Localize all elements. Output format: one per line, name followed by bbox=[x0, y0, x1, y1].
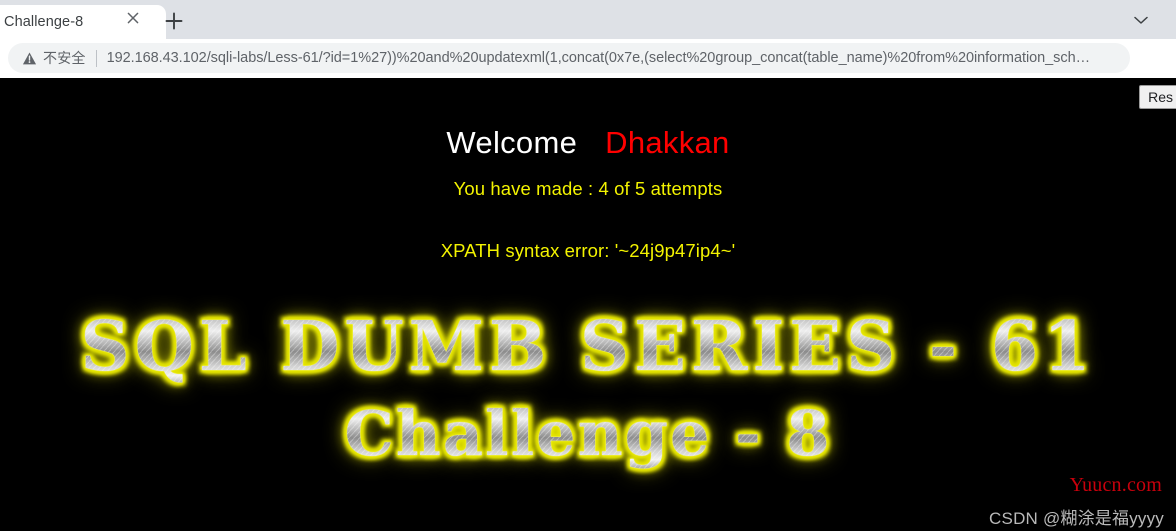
new-tab-button[interactable] bbox=[163, 10, 185, 32]
address-bar[interactable]: 不安全 192.168.43.102/sqli-labs/Less-61/?id… bbox=[8, 43, 1130, 73]
warning-triangle-icon[interactable] bbox=[22, 51, 37, 66]
watermark-csdn: CSDN @糊涂是福yyyy bbox=[989, 509, 1164, 528]
xpath-error-text: XPATH syntax error: '~24j9p47ip4~' bbox=[440, 240, 736, 261]
watermark-site: Yuucn.com bbox=[1069, 474, 1162, 496]
close-icon[interactable] bbox=[125, 10, 141, 26]
banner-line-2: Challenge - 8 Challenge - 8 bbox=[0, 397, 1176, 470]
chevron-down-icon[interactable] bbox=[1132, 13, 1150, 27]
banner-line-2-fill: Challenge - 8 bbox=[344, 397, 832, 470]
welcome-heading: Welcome Dhakkan bbox=[0, 125, 1176, 161]
tab-title: Challenge-8 bbox=[4, 14, 84, 30]
banner-line-1: SQL DUMB SERIES - 61 SQL DUMB SERIES - 6… bbox=[0, 307, 1176, 387]
tab-strip: Challenge-8 bbox=[0, 0, 1176, 39]
welcome-greeting: Welcome bbox=[446, 125, 578, 160]
banner-line-1-fill: SQL DUMB SERIES - 61 bbox=[80, 307, 1096, 387]
browser-tab[interactable]: Challenge-8 bbox=[0, 5, 166, 39]
welcome-username: Dhakkan bbox=[605, 125, 730, 160]
security-status-label: 不安全 bbox=[43, 50, 86, 66]
banner-title: SQL DUMB SERIES - 61 SQL DUMB SERIES - 6… bbox=[0, 307, 1176, 470]
attempts-text: You have made : 4 of 5 attempts bbox=[453, 178, 723, 199]
browser-toolbar: 不安全 192.168.43.102/sqli-labs/Less-61/?id… bbox=[0, 39, 1176, 106]
page-content: Res Welcome Dhakkan You have made : 4 of … bbox=[0, 78, 1176, 531]
omnibox-divider bbox=[95, 49, 97, 67]
url-text: 192.168.43.102/sqli-labs/Less-61/?id=1%2… bbox=[106, 50, 1091, 66]
reset-button[interactable]: Res bbox=[1139, 85, 1176, 109]
browser-window: Challenge-8 不安全 192.168.43.102/sqli-labs… bbox=[0, 0, 1176, 531]
